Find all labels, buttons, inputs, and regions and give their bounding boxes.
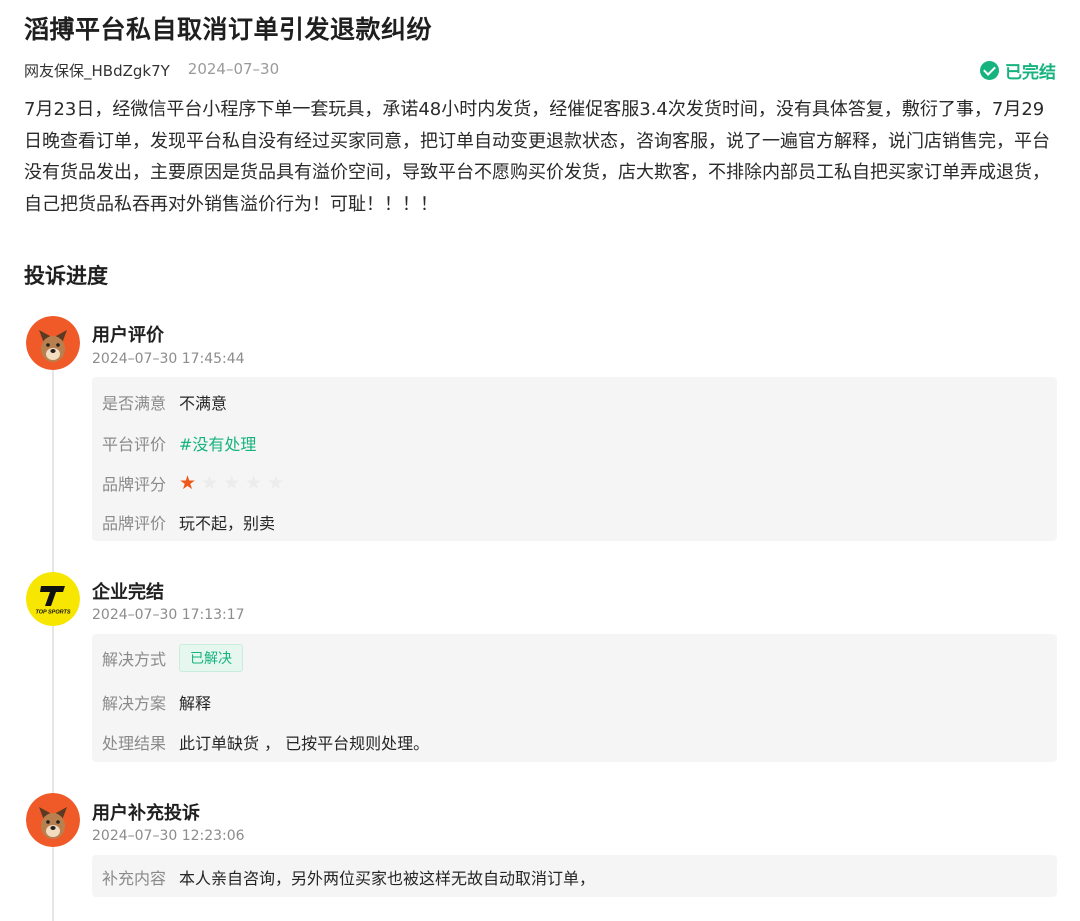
row-label: 是否满意: [102, 394, 167, 413]
row-platform-review: 平台评价 #没有处理: [102, 431, 256, 455]
event-time: 2024–07–30 12:23:06: [92, 828, 245, 844]
row-value: 解释: [179, 694, 212, 713]
user-review-panel: 是否满意 不满意 平台评价 #没有处理 品牌评分 ★ ★ ★ ★ ★ 品牌评价 玩不起，…: [92, 377, 1057, 541]
star-icon: ★: [245, 471, 263, 494]
event-title: 用户补充投诉: [92, 803, 200, 824]
page-title: 滔搏平台私自取消订单引发退款纠纷: [24, 15, 433, 44]
row-value: 玩不起，别卖: [179, 514, 276, 533]
row-value: 本人亲自咨询，另外两位买家也被这样无故自动取消订单，: [179, 869, 596, 888]
row-plan: 解决方案 解释: [102, 690, 211, 714]
post-date: 2024–07–30: [187, 60, 280, 78]
dog-avatar-icon: [26, 793, 80, 847]
author-name[interactable]: 网友保保_HBdZgk7Y: [24, 60, 170, 81]
star-icon: ★: [179, 471, 197, 494]
star-rating: ★ ★ ★ ★ ★: [179, 471, 285, 494]
dog-avatar-icon: [26, 316, 80, 370]
complaint-body: 7月23日，经微信平台小程序下单一套玩具，承诺48小时内发货，经催促客服3.4次…: [24, 99, 1050, 215]
row-label: 品牌评分: [102, 475, 167, 494]
topsports-logo-icon: TOP SPORTS: [26, 572, 80, 626]
row-label: 补充内容: [102, 869, 167, 888]
row-label: 品牌评价: [102, 514, 167, 533]
row-label: 解决方式: [102, 650, 167, 669]
star-icon: ★: [223, 471, 241, 494]
row-label: 处理结果: [102, 734, 167, 753]
company-resolution-panel: 解决方式 已解决 解决方案 解释 处理结果 此订单缺货 ， 已按平台规则处理。: [92, 634, 1057, 762]
status-label: 已完结: [1005, 63, 1056, 83]
row-result: 处理结果 此订单缺货 ， 已按平台规则处理。: [102, 730, 429, 754]
row-value: 此订单缺货 ， 已按平台规则处理。: [179, 734, 430, 753]
event-time: 2024–07–30 17:45:44: [92, 351, 245, 367]
post-meta: 网友保保_HBdZgk7Y 2024–07–30: [24, 60, 279, 81]
row-value: 不满意: [179, 394, 228, 413]
check-circle-icon: [980, 61, 999, 80]
star-icon: ★: [201, 471, 219, 494]
event-time: 2024–07–30 17:13:17: [92, 607, 245, 623]
complaint-page: 滔搏平台私自取消订单引发退款纠纷 网友保保_HBdZgk7Y 2024–07–3…: [0, 0, 1080, 921]
row-method: 解决方式 已解决: [102, 644, 243, 672]
hashtag-link[interactable]: #没有处理: [179, 431, 256, 455]
row-satisfied: 是否满意 不满意: [102, 390, 227, 414]
row-label: 平台评价: [102, 435, 167, 454]
row-brand-score: 品牌评分 ★ ★ ★ ★ ★: [102, 471, 284, 495]
row-supplement: 补充内容 本人亲自咨询，另外两位买家也被这样无故自动取消订单，: [102, 865, 595, 889]
status-badge: 已完结: [980, 58, 1056, 83]
progress-section-title: 投诉进度: [24, 264, 108, 288]
logo-text: TOP SPORTS: [35, 610, 70, 616]
row-label: 解决方案: [102, 694, 167, 713]
star-icon: ★: [267, 471, 285, 494]
supplement-panel: 补充内容 本人亲自咨询，另外两位买家也被这样无故自动取消订单，: [92, 855, 1057, 897]
row-brand-review: 品牌评价 玩不起，别卖: [102, 510, 275, 534]
resolved-badge: 已解决: [179, 644, 243, 672]
event-title: 企业完结: [92, 582, 164, 603]
event-title: 用户评价: [92, 325, 164, 346]
